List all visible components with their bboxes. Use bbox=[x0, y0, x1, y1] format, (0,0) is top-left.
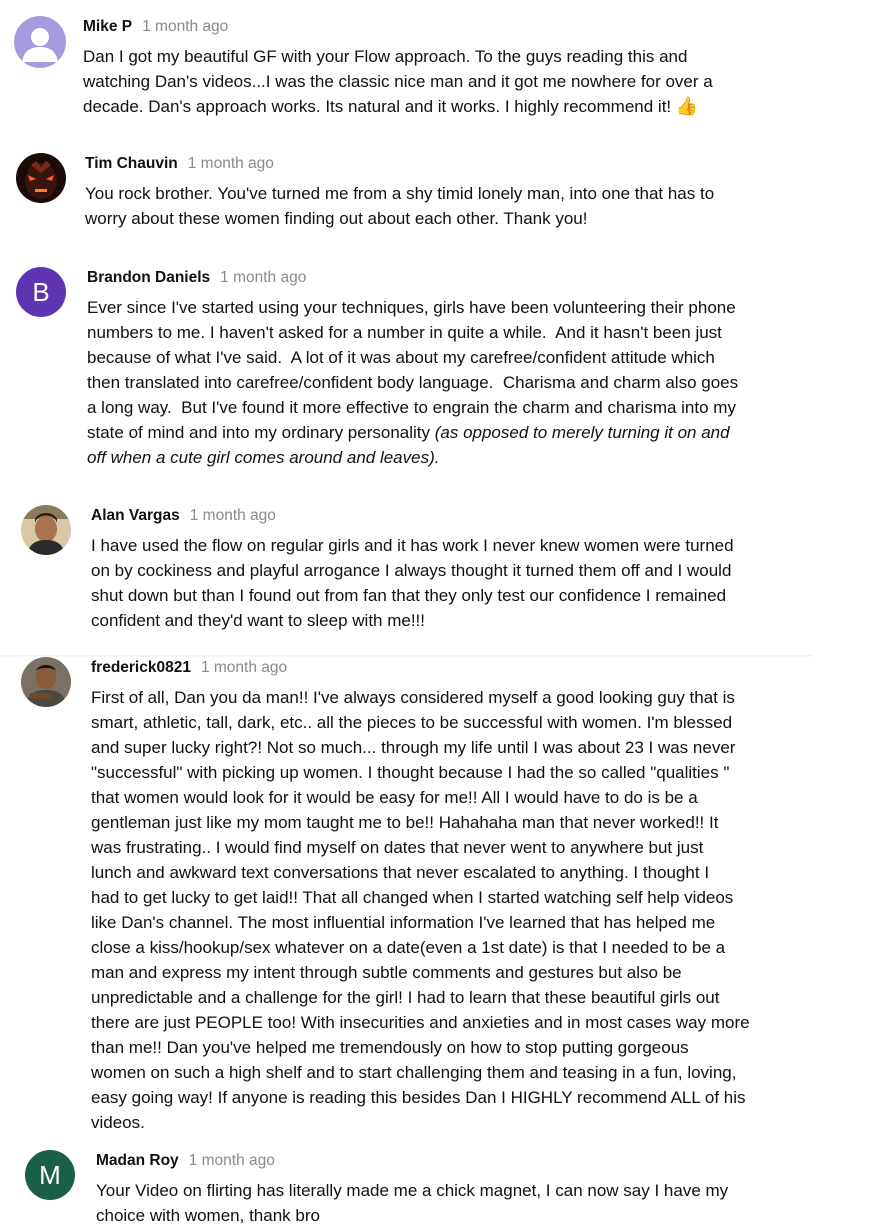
profile-photo-icon bbox=[16, 153, 66, 203]
avatar[interactable]: B bbox=[16, 267, 66, 317]
comment-header: Madan Roy 1 month ago bbox=[96, 1150, 836, 1172]
author-name[interactable]: frederick0821 bbox=[91, 659, 191, 676]
comment-time[interactable]: 1 month ago bbox=[190, 507, 276, 524]
comment-header: Brandon Daniels 1 month ago bbox=[87, 267, 827, 289]
comment-text: Dan I got my beautiful GF with your Flow… bbox=[83, 44, 803, 119]
comment-time[interactable]: 1 month ago bbox=[220, 269, 306, 286]
avatar-letter: B bbox=[32, 276, 50, 307]
comment-header: frederick0821 1 month ago bbox=[91, 657, 851, 679]
avatar[interactable] bbox=[14, 16, 66, 68]
comment-header: Tim Chauvin 1 month ago bbox=[85, 153, 815, 175]
comment-header: Mike P 1 month ago bbox=[83, 16, 803, 38]
comment-body: Ever since I've started using your techn… bbox=[87, 298, 739, 442]
comment-body: Dan I got my beautiful GF with your Flow… bbox=[83, 47, 713, 116]
author-name[interactable]: Mike P bbox=[83, 18, 132, 35]
comment-text: Ever since I've started using your techn… bbox=[87, 295, 827, 470]
avatar[interactable]: M bbox=[25, 1150, 75, 1200]
thumbs-up-emoji: 👍 bbox=[675, 96, 699, 116]
comment-text: Your Video on flirting has literally mad… bbox=[96, 1181, 729, 1225]
author-name[interactable]: Alan Vargas bbox=[91, 507, 180, 524]
comment-text: First of all, Dan you da man!! I've alwa… bbox=[91, 688, 750, 1132]
author-name[interactable]: Madan Roy bbox=[96, 1152, 179, 1169]
avatar[interactable] bbox=[16, 153, 66, 203]
default-user-icon bbox=[14, 16, 66, 68]
comment-time[interactable]: 1 month ago bbox=[188, 155, 274, 172]
avatar-letter: M bbox=[39, 1159, 61, 1190]
comment-header: Alan Vargas 1 month ago bbox=[91, 505, 821, 527]
author-name[interactable]: Brandon Daniels bbox=[87, 269, 210, 286]
profile-photo-icon bbox=[21, 657, 71, 707]
avatar[interactable] bbox=[21, 505, 71, 555]
comment-time[interactable]: 1 month ago bbox=[201, 659, 287, 676]
comment-text: I have used the flow on regular girls an… bbox=[91, 536, 734, 630]
comment-time[interactable]: 1 month ago bbox=[189, 1152, 275, 1169]
profile-photo-icon bbox=[21, 505, 71, 555]
author-name[interactable]: Tim Chauvin bbox=[85, 155, 178, 172]
avatar[interactable] bbox=[21, 657, 71, 707]
comment-time[interactable]: 1 month ago bbox=[142, 18, 228, 35]
comment-text: You rock brother. You've turned me from … bbox=[85, 184, 715, 228]
